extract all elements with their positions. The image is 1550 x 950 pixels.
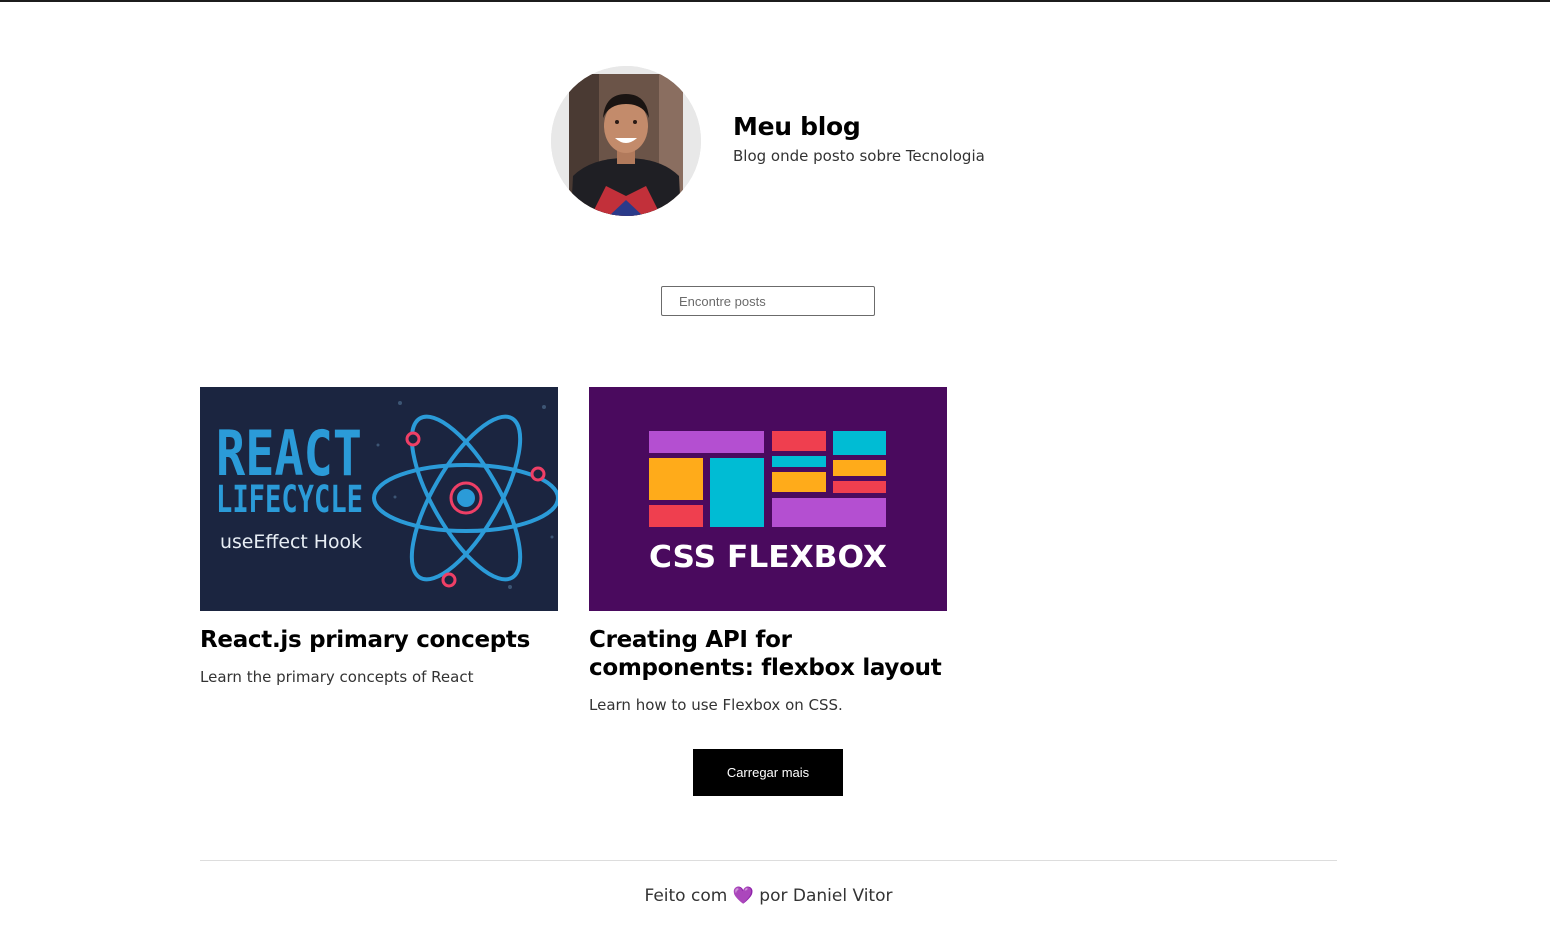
post-cover-react-image[interactable]: REACT LIFECYCLE useEffect Hook <box>200 387 558 611</box>
post-title[interactable]: React.js primary concepts <box>200 626 558 654</box>
avatar <box>551 66 701 216</box>
profile-header: Meu blog Blog onde posto sobre Tecnologi… <box>551 66 985 216</box>
post-cover-flexbox-image[interactable]: CSS FLEXBOX <box>589 387 947 611</box>
cover-background <box>589 387 947 611</box>
cover-caption: CSS FLEXBOX <box>649 540 887 575</box>
blog-title: Meu blog <box>733 111 861 141</box>
post-excerpt: Learn how to use Flexbox on CSS. <box>589 696 843 714</box>
footer-text-before: Feito com <box>644 886 728 906</box>
post-card[interactable]: CSS FLEXBOX Creating API for components:… <box>589 387 947 714</box>
cover-line-2: LIFECYCLE <box>216 478 363 521</box>
profile-text: Meu blog Blog onde posto sobre Tecnologi… <box>733 112 985 165</box>
blog-description: Blog onde posto sobre Tecnologia <box>733 146 985 165</box>
top-border <box>0 0 1550 2</box>
footer: Feito com 💜 por Daniel Vitor <box>0 886 1537 906</box>
heart-icon: 💜 <box>732 886 754 906</box>
post-card[interactable]: REACT LIFECYCLE useEffect Hook React.js … <box>200 387 558 686</box>
footer-divider <box>200 860 1337 861</box>
load-more-button[interactable]: Carregar mais <box>693 749 843 796</box>
cover-line-3: useEffect Hook <box>220 531 362 553</box>
post-excerpt: Learn the primary concepts of React <box>200 668 474 686</box>
post-title[interactable]: Creating API for components: flexbox lay… <box>589 626 947 682</box>
avatar-photo <box>551 66 701 216</box>
search-input[interactable] <box>661 286 875 316</box>
footer-author: por Daniel Vitor <box>759 886 893 906</box>
